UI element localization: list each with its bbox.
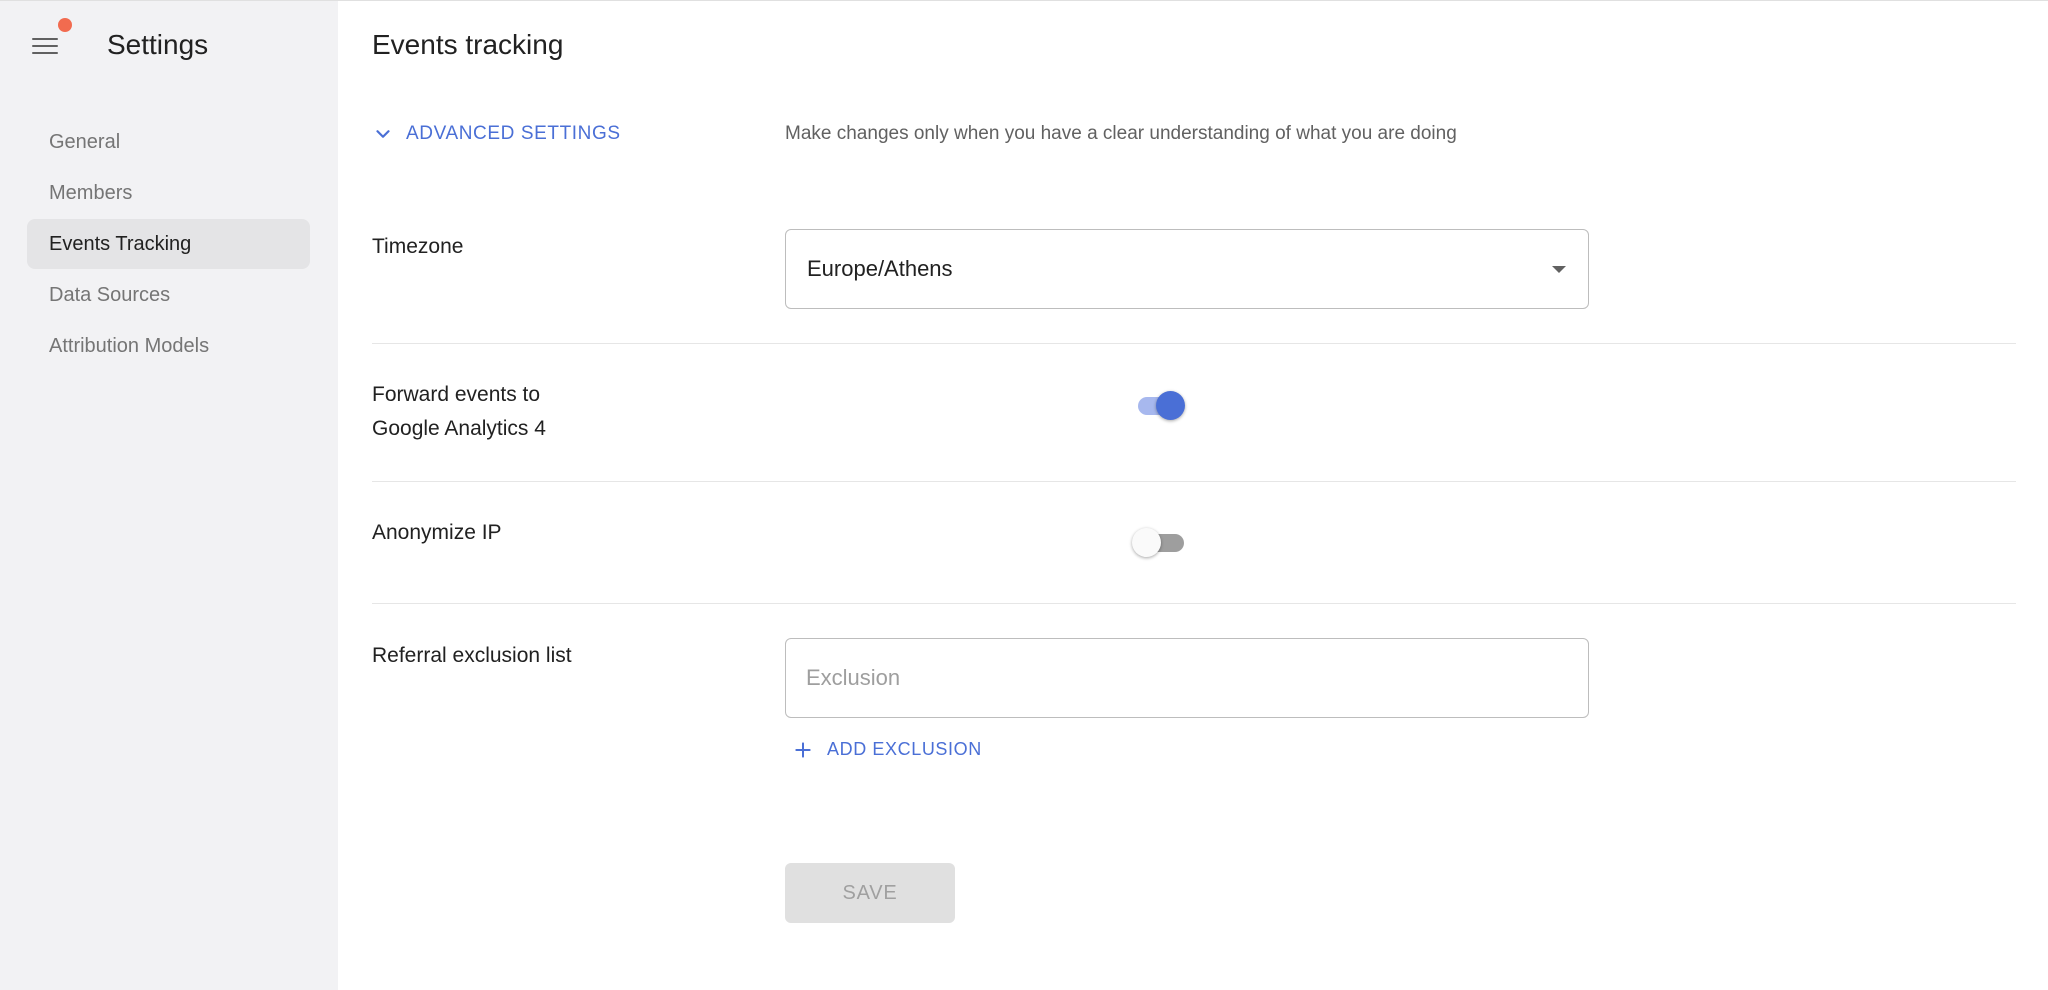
forward-events-label-line2: Google Analytics 4 xyxy=(372,417,546,440)
timezone-label: Timezone xyxy=(372,235,464,258)
toggle-thumb xyxy=(1132,528,1161,557)
toggle-thumb xyxy=(1156,391,1185,420)
menu-button[interactable] xyxy=(26,29,66,69)
advanced-settings-toggle[interactable]: ADVANCED SETTINGS xyxy=(372,123,621,145)
exclusion-input[interactable] xyxy=(785,638,1589,718)
sidebar: Settings General Members Events Tracking… xyxy=(0,1,338,990)
plus-icon xyxy=(795,741,811,758)
forward-events-label-line1: Forward events to xyxy=(372,383,541,406)
anonymize-ip-toggle[interactable] xyxy=(1132,525,1188,559)
chevron-down-icon xyxy=(376,130,390,138)
divider xyxy=(372,481,2016,482)
save-button[interactable]: SAVE xyxy=(785,863,955,923)
divider xyxy=(372,603,2016,604)
forward-events-label: Forward events to Google Analytics 4 xyxy=(372,378,546,446)
anonymize-ip-label: Anonymize IP xyxy=(372,521,502,544)
hamburger-icon xyxy=(32,38,58,40)
sidebar-nav: General Members Events Tracking Data Sou… xyxy=(27,117,310,372)
sidebar-item-data-sources[interactable]: Data Sources xyxy=(27,270,310,320)
page-title: Events tracking xyxy=(372,29,564,60)
referral-exclusion-label: Referral exclusion list xyxy=(372,644,572,667)
sidebar-item-members[interactable]: Members xyxy=(27,168,310,218)
sidebar-item-events-tracking[interactable]: Events Tracking xyxy=(27,219,310,269)
timezone-value: Europe/Athens xyxy=(807,256,953,281)
advanced-settings-label: ADVANCED SETTINGS xyxy=(406,123,621,144)
add-exclusion-label: ADD EXCLUSION xyxy=(827,739,982,759)
add-exclusion-button[interactable]: ADD EXCLUSION xyxy=(793,739,982,760)
dropdown-arrow-icon xyxy=(1552,266,1566,273)
forward-events-toggle[interactable] xyxy=(1132,388,1188,422)
divider xyxy=(372,343,2016,344)
sidebar-title: Settings xyxy=(107,29,209,60)
app-window: Settings General Members Events Tracking… xyxy=(0,0,2048,990)
sidebar-item-general[interactable]: General xyxy=(27,117,310,167)
notification-dot-icon xyxy=(58,18,72,32)
timezone-select[interactable]: Europe/Athens xyxy=(785,229,1589,309)
sidebar-item-attribution-models[interactable]: Attribution Models xyxy=(27,321,310,371)
main-content: Events tracking ADVANCED SETTINGS Make c… xyxy=(338,1,2048,990)
advanced-settings-hint: Make changes only when you have a clear … xyxy=(785,123,1457,144)
